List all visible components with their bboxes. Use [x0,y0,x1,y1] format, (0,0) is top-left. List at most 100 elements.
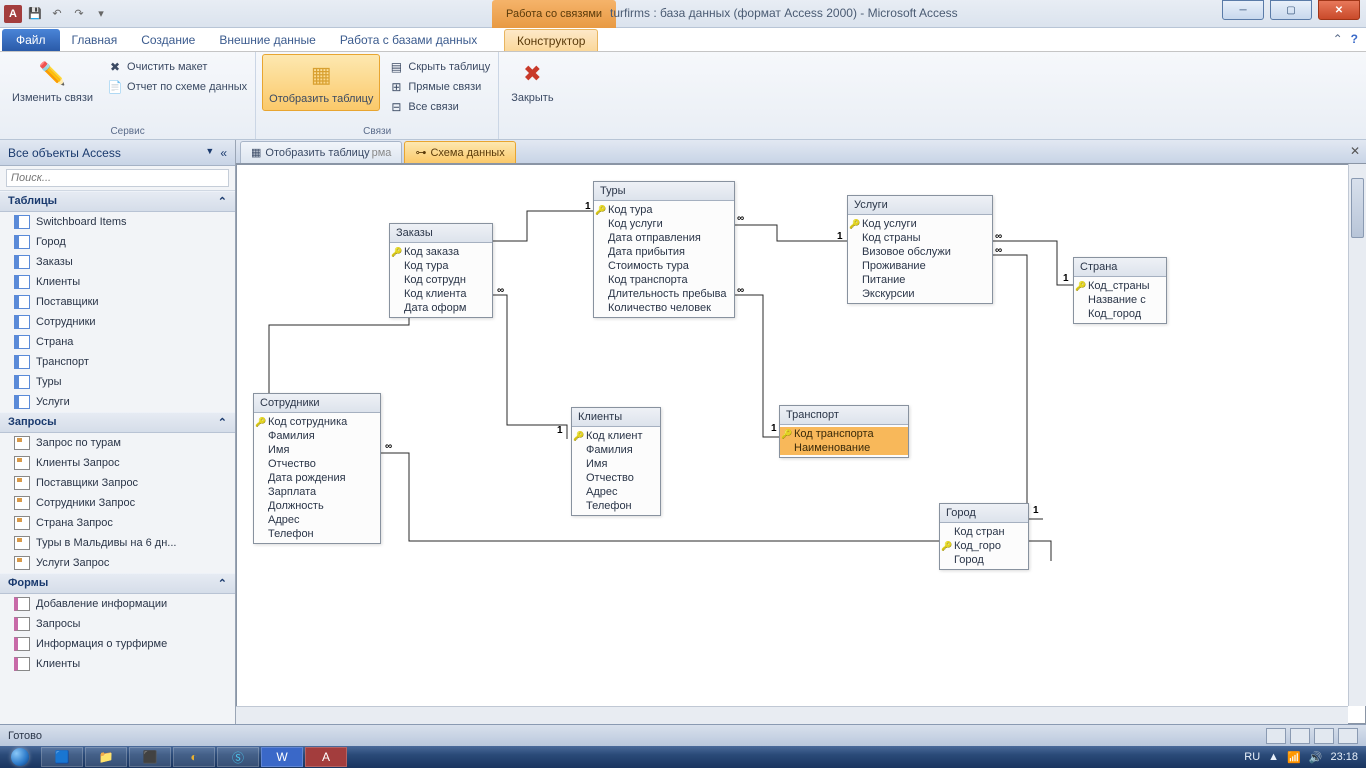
app-logo-icon[interactable]: A [4,5,22,23]
nav-item[interactable]: Город [0,232,235,252]
table-field[interactable]: Фамилия [254,429,380,443]
nav-item[interactable]: Запросы [0,614,235,634]
table-field[interactable]: Код заказа [390,245,492,259]
edit-relationships-button[interactable]: ✏️ Изменить связи [6,54,99,109]
qat-dropdown-icon[interactable]: ▾ [92,5,110,23]
nav-item[interactable]: Клиенты Запрос [0,453,235,473]
nav-item[interactable]: Сотрудники Запрос [0,493,235,513]
maximize-button[interactable]: ▢ [1270,0,1312,20]
schema-table-tury[interactable]: Туры Код тураКод услугиДата отправленияД… [593,181,735,318]
table-field[interactable]: Код тура [390,259,492,273]
nav-search-input[interactable] [6,169,229,187]
table-field[interactable]: Код сотрудн [390,273,492,287]
nav-item[interactable]: Switchboard Items [0,212,235,232]
taskbar-app[interactable]: 🟦 [41,747,83,767]
schema-table-uslugi[interactable]: Услуги Код услугиКод страныВизовое обслу… [847,195,993,304]
table-field[interactable]: Адрес [572,485,660,499]
table-field[interactable]: Имя [254,443,380,457]
table-field[interactable]: Код клиента [390,287,492,301]
table-field[interactable]: Количество человек [594,301,734,315]
table-field[interactable]: Отчество [254,457,380,471]
table-field[interactable]: Дата отправления [594,231,734,245]
nav-item[interactable]: Услуги [0,392,235,412]
nav-item[interactable]: Поставщики [0,292,235,312]
table-field[interactable]: Телефон [572,499,660,513]
clear-layout-button[interactable]: ✖Очистить макет [105,58,249,76]
table-field[interactable]: Длительность пребыва [594,287,734,301]
taskbar-app[interactable]: ◐ [173,747,215,767]
taskbar-app[interactable]: W [261,747,303,767]
show-table-button[interactable]: ▦ Отобразить таблицу [262,54,380,111]
close-button[interactable]: ✕ [1318,0,1360,20]
table-field[interactable]: Стоимость тура [594,259,734,273]
table-field[interactable]: Дата рождения [254,471,380,485]
view-button[interactable] [1314,728,1334,744]
table-field[interactable]: Отчество [572,471,660,485]
table-field[interactable]: Город [940,553,1028,567]
nav-item[interactable]: Запрос по турам [0,433,235,453]
tab-home[interactable]: Главная [60,29,130,51]
file-tab[interactable]: Файл [2,29,60,51]
nav-scroll[interactable]: Таблицы⌃ Switchboard ItemsГородЗаказыКли… [0,191,235,724]
schema-table-klienty[interactable]: Клиенты Код клиентФамилияИмяОтчествоАдре… [571,407,661,516]
table-field[interactable]: Код стран [940,525,1028,539]
view-button[interactable] [1338,728,1358,744]
tab-external-data[interactable]: Внешние данные [207,29,328,51]
table-title[interactable]: Сотрудники [254,394,380,413]
tray-clock[interactable]: 23:18 [1330,751,1358,763]
schema-table-gorod[interactable]: Город Код странКод_гороГород [939,503,1029,570]
table-title[interactable]: Клиенты [572,408,660,427]
nav-item[interactable]: Добавление информации [0,594,235,614]
direct-relationships-button[interactable]: ⊞Прямые связи [386,78,492,96]
start-button[interactable] [0,746,40,768]
table-field[interactable]: Должность [254,499,380,513]
table-field[interactable]: Код страны [848,231,992,245]
doc-tab-show-table[interactable]: ▦ Отобразить таблицу рма [240,141,402,163]
tab-create[interactable]: Создание [129,29,207,51]
nav-category-forms[interactable]: Формы⌃ [0,573,235,594]
close-schema-button[interactable]: ✖ Закрыть [505,54,559,109]
nav-item[interactable]: Клиенты [0,654,235,674]
nav-item[interactable]: Транспорт [0,352,235,372]
nav-category-queries[interactable]: Запросы⌃ [0,412,235,433]
table-title[interactable]: Заказы [390,224,492,243]
taskbar-app[interactable]: Ⓢ [217,747,259,767]
schema-table-transport[interactable]: Транспорт Код транспортаНаименование [779,405,909,458]
table-field[interactable]: Дата прибытия [594,245,734,259]
doc-tab-schema[interactable]: ⊶ Схема данных [404,141,515,163]
redo-icon[interactable]: ↷ [70,5,88,23]
table-field[interactable]: Визовое обслужи [848,245,992,259]
table-field[interactable]: Код транспорта [780,427,908,441]
schema-table-strana[interactable]: Страна Код_страныНазвание сКод_город [1073,257,1167,324]
table-field[interactable]: Зарплата [254,485,380,499]
table-title[interactable]: Услуги [848,196,992,215]
taskbar-app[interactable]: 📁 [85,747,127,767]
schema-table-zakazy[interactable]: Заказы Код заказаКод тураКод сотруднКод … [389,223,493,318]
nav-category-tables[interactable]: Таблицы⌃ [0,191,235,212]
table-field[interactable]: Код услуги [848,217,992,231]
table-title[interactable]: Туры [594,182,734,201]
nav-item[interactable]: Информация о турфирме [0,634,235,654]
table-title[interactable]: Город [940,504,1028,523]
nav-item[interactable]: Заказы [0,252,235,272]
table-field[interactable]: Код_страны [1074,279,1166,293]
table-field[interactable]: Имя [572,457,660,471]
schema-table-sotrudniki[interactable]: Сотрудники Код сотрудникаФамилияИмяОтчес… [253,393,381,544]
table-field[interactable]: Проживание [848,259,992,273]
nav-pane-header[interactable]: Все объекты Access ▼ « [0,140,235,166]
table-field[interactable]: Название с [1074,293,1166,307]
table-field[interactable]: Код сотрудника [254,415,380,429]
tab-design[interactable]: Конструктор [504,29,598,51]
doc-tab-close-icon[interactable]: ✕ [1350,144,1360,158]
hide-table-button[interactable]: ▤Скрыть таблицу [386,58,492,76]
table-field[interactable]: Код транспорта [594,273,734,287]
table-field[interactable]: Код_город [1074,307,1166,321]
tray-volume-icon[interactable]: 🔊 [1309,751,1323,764]
nav-item[interactable]: Поставщики Запрос [0,473,235,493]
tray-language[interactable]: RU [1244,751,1260,763]
nav-item[interactable]: Клиенты [0,272,235,292]
nav-item[interactable]: Туры в Мальдивы на 6 дн... [0,533,235,553]
vertical-scrollbar[interactable] [1348,164,1366,706]
scroll-thumb[interactable] [1351,178,1364,238]
nav-filter-dropdown-icon[interactable]: ▼ [205,146,214,160]
